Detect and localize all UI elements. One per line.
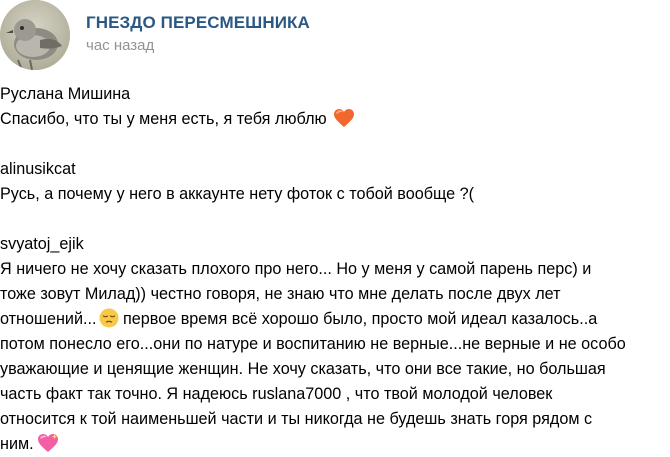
orange-heart-icon: [333, 108, 355, 128]
comment-author: svyatoj_ejik: [0, 235, 84, 253]
comment-text: ним.: [0, 435, 34, 453]
bird-avatar[interactable]: [0, 0, 70, 70]
comment-text: первое время всё хорошо было, просто мой…: [118, 310, 598, 328]
comment-text-line: ним.: [0, 432, 664, 457]
comment-text-line: Спасибо, что ты у меня есть, я тебя любл…: [0, 107, 664, 132]
comment-text: Русь, а почему у него в аккаунте нету фо…: [0, 185, 475, 203]
bird-icon: [0, 0, 70, 70]
comment-text-line: отношений... первое время всё хорошо был…: [0, 307, 664, 332]
comment-author: Руслана Мишина: [0, 85, 131, 103]
comment-text: уважающие и ценящие женщин. Не хочу сказ…: [0, 360, 606, 378]
post-body: Руслана Мишина Спасибо, что ты у меня ес…: [0, 82, 664, 457]
comment-author: alinusikcat: [0, 160, 76, 178]
sparkling-heart-icon: [36, 433, 60, 453]
comment-text: тоже зовут Милад)) честно говоря, не зна…: [0, 285, 561, 303]
comment-text: отношений...: [0, 310, 97, 328]
group-name-link[interactable]: ГНЕЗДО ПЕРЕСМЕШНИКА: [86, 13, 310, 33]
comment-text: Я ничего не хочу сказать плохого про нег…: [0, 260, 592, 278]
comment-text: относится к той наименьшей части и ты ни…: [0, 410, 593, 428]
pensive-face-icon: [99, 308, 119, 328]
comment-2: alinusikcat Русь, а почему у него в акка…: [0, 157, 664, 207]
post-header: ГНЕЗДО ПЕРЕСМЕШНИКА час назад: [0, 0, 670, 70]
comment-3: svyatoj_ejik Я ничего не хочу сказать пл…: [0, 232, 664, 457]
comment-text: Спасибо, что ты у меня есть, я тебя любл…: [0, 110, 327, 128]
comment-1: Руслана Мишина Спасибо, что ты у меня ес…: [0, 82, 664, 132]
comment-text: потом понесло его...они по натуре и восп…: [0, 335, 626, 353]
comment-text: часть факт так точно. Я надеюсь ruslana7…: [0, 385, 553, 403]
post-time[interactable]: час назад: [86, 37, 154, 54]
